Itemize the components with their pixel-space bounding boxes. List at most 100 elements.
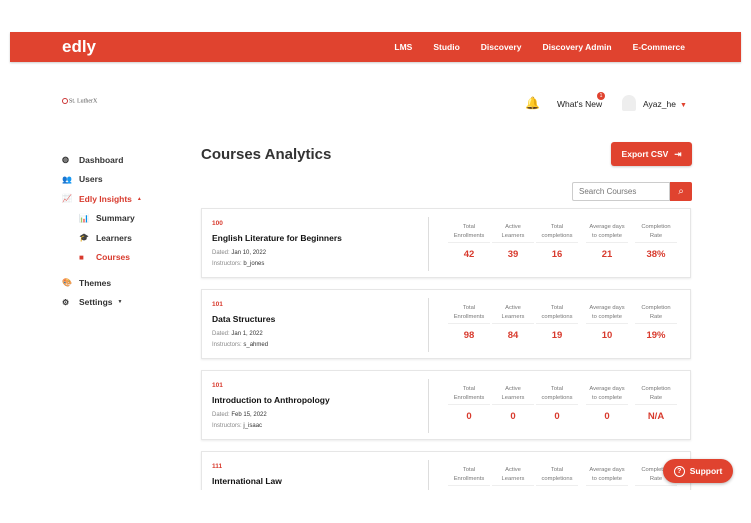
nav-discovery[interactable]: Discovery (481, 42, 522, 52)
stat-value: 84 (507, 330, 519, 341)
stat-column: Average days to complete 0 (582, 385, 632, 421)
edly-logo[interactable]: edly (62, 37, 96, 57)
stat-column: Active Learners 39 (488, 223, 538, 259)
sidebar-item-learners[interactable]: 🎓 Learners (62, 228, 142, 248)
search-button[interactable]: ⌕ (670, 182, 692, 201)
stat-label: Active Learners (492, 466, 534, 486)
sidebar-item-label: Users (79, 174, 103, 185)
course-code: 101 (212, 301, 223, 308)
caret-icon: ▼ (117, 299, 123, 306)
stat-label: Average days to complete (586, 304, 628, 324)
stat-column: Average days to complete 10 (582, 304, 632, 340)
graduation-cap-icon: 🎓 (79, 233, 89, 243)
stat-value: 98 (463, 330, 475, 341)
page-title: Courses Analytics (201, 146, 332, 163)
nav-discovery-admin[interactable]: Discovery Admin (542, 42, 611, 52)
sidebar: ◍ Dashboard 👥 Users 📈 Edly Insights ▲ 📊 Summary 🎓… (62, 150, 142, 312)
file-export-icon: ⇥ (674, 148, 682, 159)
stat-label: Active Learners (492, 385, 534, 405)
course-date: Dated: Jan 10, 2022 (212, 250, 267, 256)
course-card[interactable]: 100 English Literature for Beginners Date… (201, 208, 691, 278)
stat-column: Active Learners 0 (488, 385, 538, 421)
stat-value: 38% (646, 249, 666, 260)
support-button[interactable]: ? Support (663, 459, 733, 483)
stat-label: Total Enrollments (448, 385, 490, 405)
gear-icon: ⚙ (62, 297, 70, 307)
stat-column: Active Learners 84 (488, 304, 538, 340)
export-label: Export CSV (621, 149, 669, 159)
stat-value: 19% (646, 330, 666, 341)
stat-value: 0 (466, 411, 472, 422)
username: Ayaz_he (643, 99, 676, 109)
stat-column: Total completions 16 (532, 223, 582, 259)
stat-column: Total Enrollments 0 (444, 385, 494, 421)
course-code: 100 (212, 220, 223, 227)
nav-studio[interactable]: Studio (433, 42, 459, 52)
nav-lms[interactable]: LMS (394, 42, 412, 52)
stat-value: 19 (551, 330, 563, 341)
caret-icon: ▲ (136, 195, 142, 202)
course-card[interactable]: 101 Data Structures Dated: Jan 1, 2022 In… (201, 289, 691, 359)
sidebar-item-settings[interactable]: ⚙ Settings ▼ (62, 293, 142, 313)
courses-list: 100 English Literature for Beginners Date… (199, 206, 695, 490)
course-date: Dated: Feb 15, 2022 (212, 412, 267, 418)
crest-icon (62, 98, 68, 104)
course-card[interactable]: 101 Introduction to Anthropology Dated: F… (201, 370, 691, 440)
course-card[interactable]: 111 International Law Total Enrollments Act… (201, 451, 691, 490)
sidebar-item-label: Summary (96, 213, 135, 224)
stat-value: 42 (463, 249, 475, 260)
sidebar-item-edly-insights[interactable]: 📈 Edly Insights ▲ (62, 189, 142, 209)
caret-down-icon: ▼ (679, 102, 687, 109)
divider (428, 217, 429, 271)
notification-badge: 1 (597, 92, 605, 100)
stat-label: Active Learners (492, 223, 534, 243)
stat-label: Completion Rate (635, 385, 677, 405)
stat-column: Total Enrollments 42 (444, 223, 494, 259)
sidebar-item-label: Edly Insights (79, 193, 132, 204)
sidebar-item-label: Courses (96, 252, 131, 263)
stat-column: Total completions 0 (532, 385, 582, 421)
divider (428, 298, 429, 352)
stat-column: Average days to complete 21 (582, 223, 632, 259)
palette-icon: 🎨 (62, 278, 72, 288)
stat-label: Total completions (536, 466, 578, 486)
stat-column: Total completions 19 (532, 304, 582, 340)
bar-chart-icon: 📊 (79, 213, 89, 223)
top-nav-links: LMS Studio Discovery Discovery Admin E-C… (394, 42, 685, 52)
stat-label: Average days to complete (586, 385, 628, 405)
course-name[interactable]: Data Structures (212, 314, 275, 324)
sidebar-item-themes[interactable]: 🎨 Themes (62, 273, 142, 293)
sidebar-item-users[interactable]: 👥 Users (62, 170, 142, 190)
export-csv-button[interactable]: Export CSV ⇥ (611, 142, 692, 166)
stat-column: Active Learners (488, 466, 538, 486)
sidebar-item-label: Themes (79, 277, 112, 288)
course-instructors: Instructors: j_isaac (212, 423, 263, 429)
bell-icon[interactable]: 🔔 (525, 96, 540, 110)
help-icon: ? (673, 465, 685, 477)
course-name[interactable]: Introduction to Anthropology (212, 395, 330, 405)
stat-value: 21 (601, 249, 613, 260)
course-code: 111 (212, 463, 223, 470)
sidebar-item-dashboard[interactable]: ◍ Dashboard (62, 150, 142, 170)
sidebar-item-summary[interactable]: 📊 Summary (62, 209, 142, 229)
stat-column: Completion Rate 19% (631, 304, 681, 340)
stat-column: Total Enrollments (444, 466, 494, 486)
stat-label: Average days to complete (586, 466, 628, 486)
stat-column: Total Enrollments 98 (444, 304, 494, 340)
search-courses-input[interactable] (572, 182, 670, 201)
nav-ecommerce[interactable]: E-Commerce (633, 42, 685, 52)
sidebar-item-label: Dashboard (79, 154, 124, 165)
school-logo[interactable]: St. LutherX (62, 98, 97, 104)
sidebar-item-courses[interactable]: ■ Courses (62, 248, 142, 268)
stat-label: Completion Rate (635, 223, 677, 243)
stat-label: Total Enrollments (448, 304, 490, 324)
course-instructors: Instructors: b_jones (212, 261, 265, 267)
whats-new-link[interactable]: What's New (557, 99, 602, 109)
dashboard-icon: ◍ (62, 155, 69, 165)
stat-value: 39 (507, 249, 519, 260)
course-name[interactable]: International Law (212, 476, 282, 486)
course-name[interactable]: English Literature for Beginners (212, 233, 342, 243)
avatar[interactable] (622, 95, 636, 111)
user-menu[interactable]: Ayaz_he ▼ (643, 99, 687, 109)
book-icon: ■ (79, 252, 84, 262)
